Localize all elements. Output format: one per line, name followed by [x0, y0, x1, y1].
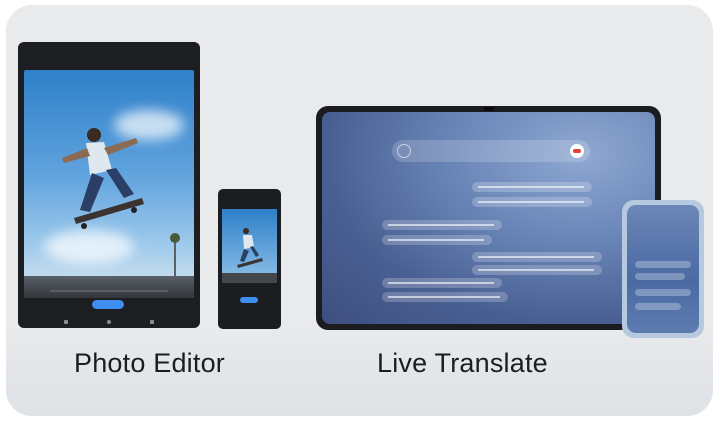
tablet-device: [18, 42, 200, 328]
save-pill-button[interactable]: [240, 297, 258, 303]
call-bar: [392, 140, 590, 162]
flip-translate-screen: [627, 205, 699, 333]
message-bubble: [472, 252, 602, 262]
phone-device: [218, 189, 281, 329]
message-bubble: [635, 289, 691, 296]
photo-editor-label: Photo Editor: [74, 348, 225, 378]
editor-controls: [24, 290, 194, 326]
back-icon[interactable]: [397, 144, 411, 158]
wide-tablet-device: [316, 106, 661, 330]
ground: [24, 276, 194, 298]
flip-phone-device: [622, 200, 704, 338]
photo-editor-screen: [24, 70, 194, 298]
message-bubble: [635, 303, 681, 310]
skateboarder-photo: [222, 228, 277, 283]
message-bubble: [635, 273, 685, 280]
message-bubble: [472, 265, 602, 275]
message-bubble: [635, 261, 691, 268]
edit-slider[interactable]: [50, 290, 168, 292]
message-bubble: [382, 220, 502, 230]
feature-card: Photo Editor Live Translate: [6, 5, 713, 416]
message-bubble: [472, 197, 592, 207]
end-call-icon[interactable]: [570, 144, 584, 158]
live-translate-screen: [322, 112, 655, 324]
skateboarder-photo: [62, 128, 180, 280]
live-translate-label: Live Translate: [377, 348, 548, 378]
nav-home-icon[interactable]: [107, 320, 111, 324]
nav-back-icon[interactable]: [150, 320, 154, 324]
message-bubble: [382, 292, 508, 302]
message-bubble: [382, 278, 502, 288]
message-bubble: [382, 235, 492, 245]
save-pill-button[interactable]: [92, 300, 124, 309]
phone-photo-screen: [222, 209, 277, 283]
message-bubble: [472, 182, 592, 192]
camera-hole-icon: [484, 107, 494, 111]
nav-recent-icon[interactable]: [64, 320, 68, 324]
